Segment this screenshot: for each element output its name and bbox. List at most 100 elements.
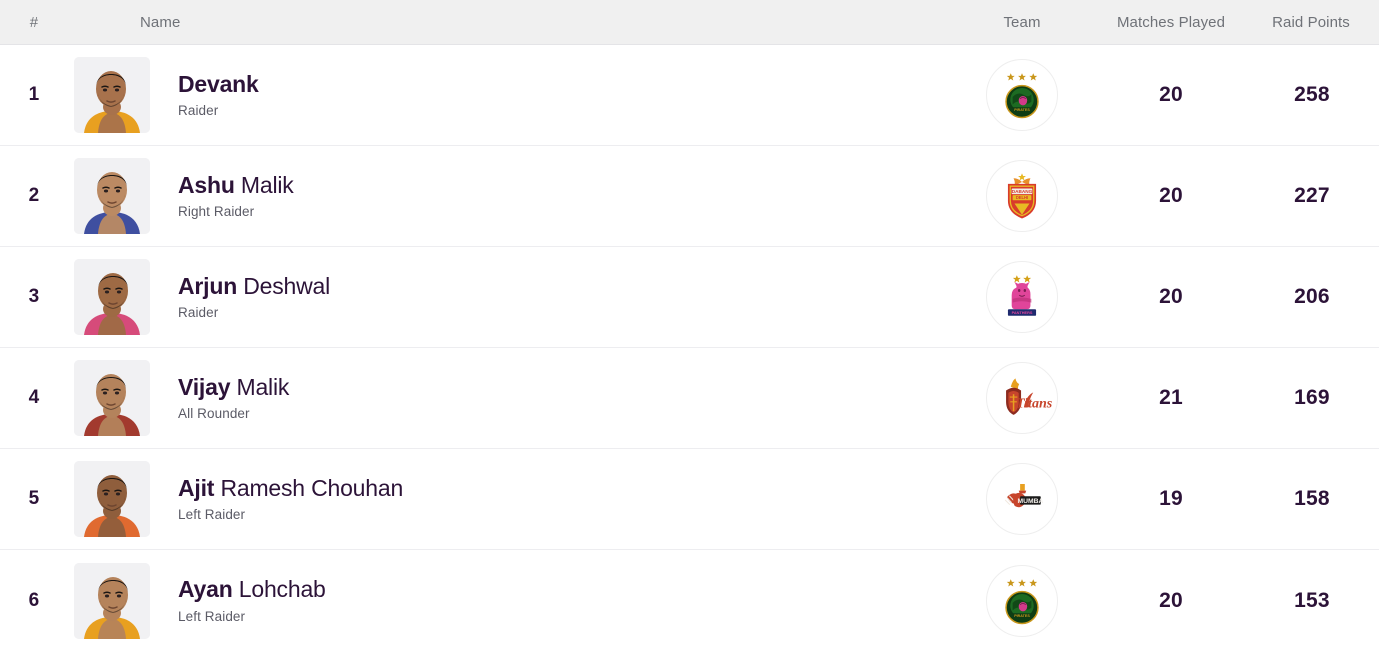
- svg-text:DABANG: DABANG: [1012, 189, 1033, 194]
- table-row[interactable]: 1 Devank Raider PIRATES 20 258: [0, 45, 1379, 146]
- team-logo-patna-pirates: PIRATES: [986, 564, 1058, 637]
- raid-points-cell: 206: [1245, 285, 1379, 309]
- raid-points-value: 227: [1294, 184, 1330, 207]
- player-role: Left Raider: [178, 507, 246, 523]
- team-cell[interactable]: PANTHERS: [947, 261, 1097, 333]
- rank-value: 3: [28, 286, 40, 307]
- column-header-rank[interactable]: #: [0, 14, 68, 31]
- player-last-name: Malik: [230, 373, 290, 400]
- player-first-name: Ayan: [178, 576, 233, 603]
- column-header-name[interactable]: Name: [68, 14, 947, 31]
- player-role: Raider: [178, 103, 219, 119]
- player-name-block: Ajit Ramesh Chouhan Left Raider: [150, 474, 404, 523]
- player-first-name: Ajit: [178, 474, 215, 501]
- svg-text:Titans: Titans: [1016, 395, 1052, 411]
- raid-points-value: 158: [1294, 487, 1330, 510]
- player-role: Raider: [178, 305, 219, 321]
- player-photo: [74, 158, 150, 234]
- player-role: Left Raider: [178, 608, 246, 624]
- table-row[interactable]: 6 Ayan Lohchab Left Raider PIRATES 20 15…: [0, 550, 1379, 651]
- matches-played-cell: 20: [1097, 184, 1245, 208]
- svg-text:MUMBA: MUMBA: [1018, 498, 1044, 505]
- player-cell[interactable]: Ajit Ramesh Chouhan Left Raider: [68, 461, 947, 537]
- player-name-block: Devank Raider: [150, 70, 259, 119]
- raid-points-cell: 258: [1245, 83, 1379, 107]
- table-row[interactable]: 4 Vijay Malik All Rounder Titans 21 169: [0, 348, 1379, 449]
- svg-text:PIRATES: PIRATES: [1014, 108, 1030, 112]
- player-name: Devank: [178, 70, 259, 98]
- player-name: Arjun Deshwal: [178, 272, 331, 300]
- matches-played-value: 21: [1159, 386, 1183, 409]
- raid-points-leaderboard: # Name Team Matches Played Raid Points 1…: [0, 0, 1379, 652]
- column-header-team[interactable]: Team: [947, 14, 1097, 31]
- player-last-name: Malik: [234, 171, 294, 198]
- rank-value: 2: [28, 185, 40, 206]
- matches-played-value: 20: [1159, 285, 1183, 308]
- player-cell[interactable]: Ashu Malik Right Raider: [68, 158, 947, 234]
- player-role: Right Raider: [178, 204, 255, 220]
- matches-played-cell: 20: [1097, 83, 1245, 107]
- player-cell[interactable]: Vijay Malik All Rounder: [68, 360, 947, 436]
- matches-played-cell: 20: [1097, 589, 1245, 613]
- rank-value: 5: [28, 488, 40, 509]
- table-row[interactable]: 3 Arjun Deshwal Raider PANTHERS 20 206: [0, 247, 1379, 348]
- player-first-name: Arjun: [178, 272, 238, 299]
- rank-cell: 4: [0, 387, 68, 409]
- rank-cell: 6: [0, 590, 68, 612]
- player-cell[interactable]: Devank Raider: [68, 57, 947, 133]
- rank-cell: 3: [0, 286, 68, 308]
- raid-points-cell: 169: [1245, 386, 1379, 410]
- player-photo: [74, 259, 150, 335]
- table-header-row: # Name Team Matches Played Raid Points: [0, 0, 1379, 45]
- table-row[interactable]: 5 Ajit Ramesh Chouhan Left Raider MUMBA …: [0, 449, 1379, 550]
- svg-text:PIRATES: PIRATES: [1014, 614, 1030, 618]
- player-last-name: Lohchab: [232, 576, 326, 603]
- team-cell[interactable]: MUMBA: [947, 463, 1097, 535]
- player-name-block: Arjun Deshwal Raider: [150, 272, 331, 321]
- raid-points-value: 169: [1294, 386, 1330, 409]
- team-logo-dabang-delhi: DABANG DELHI: [986, 160, 1058, 232]
- rank-value: 4: [28, 387, 40, 408]
- team-cell[interactable]: Titans: [947, 362, 1097, 434]
- player-photo: [74, 57, 150, 133]
- player-photo: [74, 562, 150, 639]
- rank-value: 6: [28, 589, 40, 611]
- matches-played-cell: 21: [1097, 386, 1245, 410]
- raid-points-value: 153: [1294, 588, 1330, 612]
- matches-played-value: 19: [1159, 487, 1183, 510]
- player-name-block: Vijay Malik All Rounder: [150, 373, 290, 422]
- rank-value: 1: [28, 84, 40, 105]
- player-first-name: Vijay: [178, 373, 231, 400]
- player-last-name: Ramesh Chouhan: [214, 474, 404, 501]
- table-row[interactable]: 2 Ashu Malik Right Raider DABANG DELHI 2…: [0, 146, 1379, 247]
- player-first-name: Devank: [178, 70, 259, 97]
- player-cell[interactable]: Ayan Lohchab Left Raider: [68, 562, 947, 639]
- svg-text:PANTHERS: PANTHERS: [1012, 311, 1033, 315]
- player-photo: [74, 360, 150, 436]
- player-photo: [74, 461, 150, 537]
- team-cell[interactable]: DABANG DELHI: [947, 160, 1097, 232]
- team-logo-patna-pirates: PIRATES: [986, 59, 1058, 131]
- raid-points-cell: 227: [1245, 184, 1379, 208]
- raid-points-value: 258: [1294, 83, 1330, 106]
- matches-played-value: 20: [1159, 184, 1183, 207]
- column-header-raid-points[interactable]: Raid Points: [1245, 14, 1379, 31]
- column-header-matches[interactable]: Matches Played: [1097, 14, 1245, 31]
- team-cell[interactable]: PIRATES: [947, 564, 1097, 637]
- raid-points-cell: 158: [1245, 487, 1379, 511]
- player-name: Ashu Malik: [178, 171, 294, 199]
- player-name-block: Ayan Lohchab Left Raider: [150, 576, 326, 624]
- team-cell[interactable]: PIRATES: [947, 59, 1097, 131]
- player-name: Ayan Lohchab: [178, 576, 326, 603]
- player-last-name: Deshwal: [237, 272, 331, 299]
- team-logo-jaipur-pink-panthers: PANTHERS: [986, 261, 1058, 333]
- svg-text:DELHI: DELHI: [1016, 195, 1028, 200]
- player-cell[interactable]: Arjun Deshwal Raider: [68, 259, 947, 335]
- raid-points-value: 206: [1294, 285, 1330, 308]
- leaderboard-rows: 1 Devank Raider PIRATES 20 258 2 Ashu Ma…: [0, 45, 1379, 651]
- player-first-name: Ashu: [178, 171, 235, 198]
- rank-cell: 5: [0, 488, 68, 510]
- rank-cell: 2: [0, 185, 68, 207]
- player-name-block: Ashu Malik Right Raider: [150, 171, 294, 220]
- player-name: Vijay Malik: [178, 373, 290, 401]
